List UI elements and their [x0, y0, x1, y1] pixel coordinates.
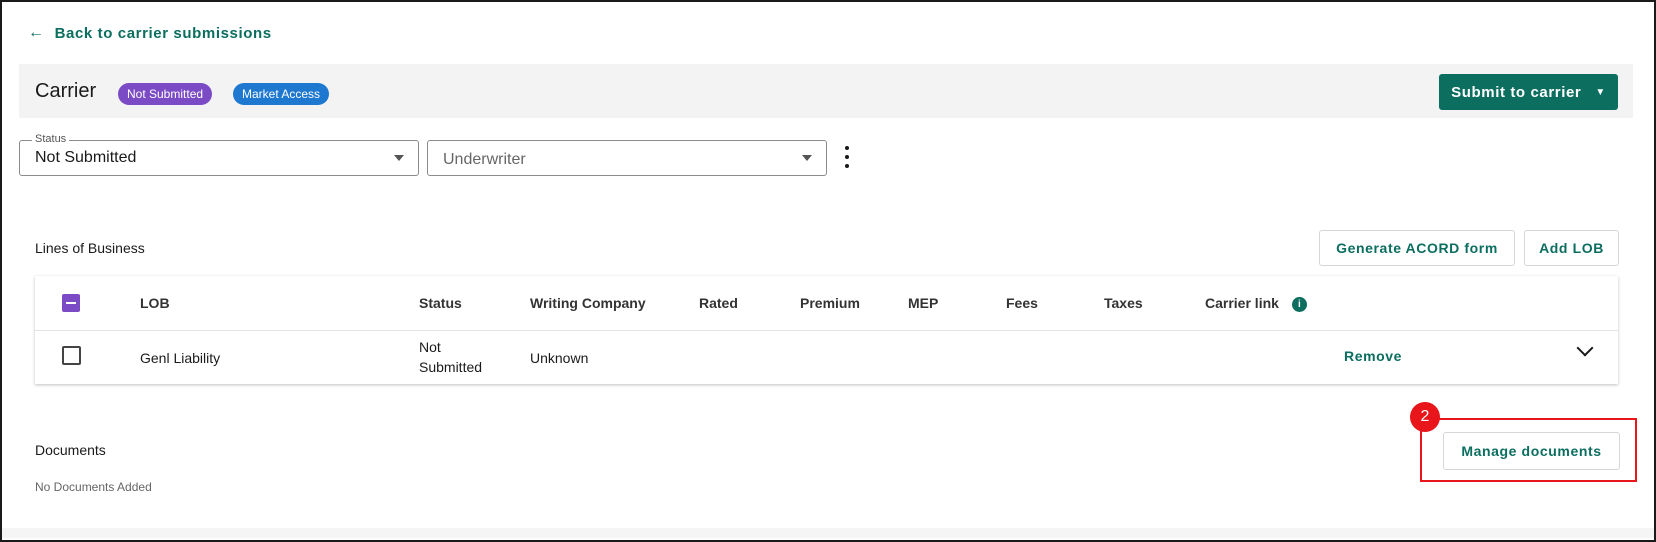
row-checkbox[interactable] — [62, 346, 81, 365]
manage-documents-button[interactable]: Manage documents — [1443, 432, 1620, 470]
column-header-writing-company: Writing Company — [530, 295, 646, 311]
column-header-rated: Rated — [699, 295, 738, 311]
submit-button-label: Submit to carrier — [1451, 83, 1582, 101]
back-link-label: Back to carrier submissions — [54, 24, 272, 42]
back-link[interactable]: ← Back to carrier submissions — [28, 24, 272, 42]
lob-section-title: Lines of Business — [35, 240, 145, 256]
generate-acord-button[interactable]: Generate ACORD form — [1319, 230, 1515, 266]
cell-writing-company: Unknown — [530, 350, 589, 366]
cell-status-line2: Submitted — [419, 359, 483, 375]
status-value: Not Submitted — [35, 149, 137, 166]
add-lob-button[interactable]: Add LOB — [1524, 230, 1619, 266]
underwriter-placeholder: Underwriter — [443, 151, 526, 168]
bottom-divider — [2, 528, 1654, 538]
documents-section-title: Documents — [35, 442, 106, 458]
status-select[interactable]: Status Not Submitted — [19, 133, 419, 176]
submit-to-carrier-button[interactable]: Submit to carrier ▼ — [1439, 74, 1618, 110]
page-title: Carrier — [35, 80, 97, 102]
market-access-badge: Market Access — [233, 83, 330, 105]
info-icon[interactable]: i — [1291, 296, 1307, 312]
caret-down-icon: ▼ — [1595, 86, 1606, 98]
underwriter-select[interactable]: Underwriter — [427, 140, 827, 176]
lob-table: LOB Status Writing Company Rated Premium… — [35, 276, 1618, 384]
remove-link[interactable]: Remove — [1344, 348, 1402, 364]
cell-status-line1: Not — [419, 339, 441, 355]
dropdown-arrow-icon — [802, 155, 812, 161]
status-badge: Not Submitted — [118, 83, 213, 105]
chevron-down-icon[interactable] — [1576, 339, 1594, 357]
column-header-status: Status — [419, 295, 462, 311]
no-documents-text: No Documents Added — [35, 480, 152, 494]
column-header-fees: Fees — [1006, 295, 1038, 311]
step-number-badge: 2 — [1410, 402, 1440, 432]
column-header-lob: LOB — [140, 295, 170, 311]
more-options-icon[interactable] — [842, 146, 852, 168]
column-header-mep: MEP — [908, 295, 939, 311]
arrow-left-icon: ← — [28, 24, 45, 41]
column-header-taxes: Taxes — [1104, 295, 1143, 311]
cell-lob: Genl Liability — [140, 350, 221, 366]
status-legend: Status — [32, 133, 70, 145]
select-all-checkbox[interactable] — [62, 294, 80, 312]
carrier-link-label: Carrier link — [1205, 295, 1279, 311]
column-header-carrier-link: Carrier link i — [1205, 295, 1307, 312]
table-header-row: LOB Status Writing Company Rated Premium… — [35, 276, 1618, 331]
dropdown-arrow-icon — [394, 155, 404, 161]
column-header-premium: Premium — [800, 295, 860, 311]
